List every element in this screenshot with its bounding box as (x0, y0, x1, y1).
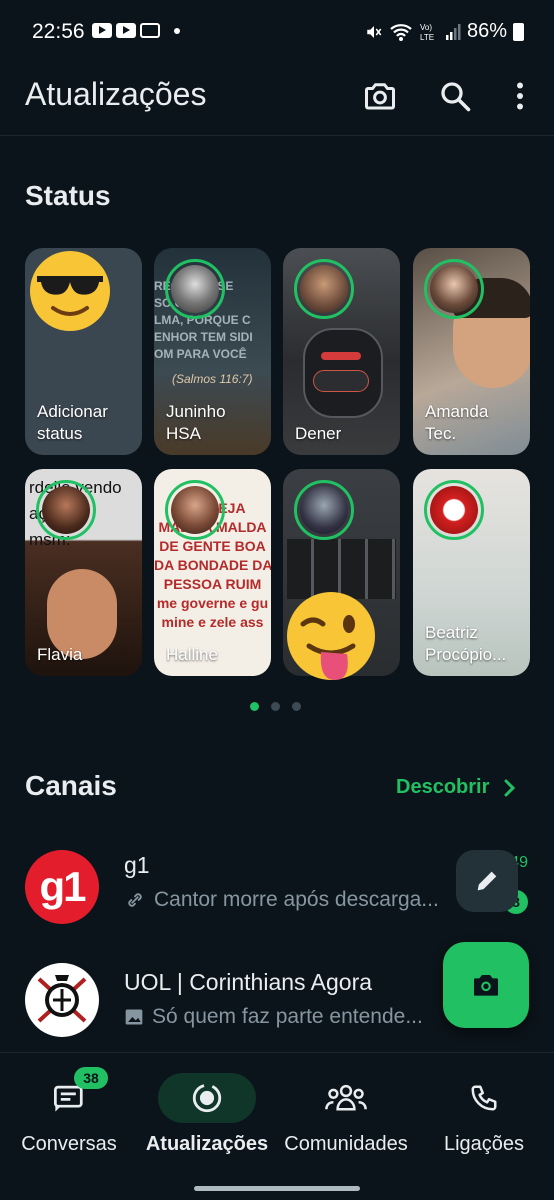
nav-label: Conversas (21, 1133, 117, 1155)
status-carousel: Adicionar status RECEBAO SE SÓ O MIN LMA… (25, 248, 530, 680)
link-icon (128, 893, 142, 907)
channel-preview: Cantor morre após descarga... (124, 888, 439, 912)
nav-label: Atualizações (145, 1133, 269, 1155)
status-pager (250, 702, 301, 711)
avatar (165, 259, 225, 319)
corinthians-crest-icon (37, 975, 87, 1023)
more-notifications-dot-icon (174, 27, 180, 34)
clock: 22:56 (32, 20, 85, 43)
image-icon (125, 1009, 143, 1025)
signal-icon (445, 23, 461, 40)
top-app-bar: Atualizações (0, 64, 554, 136)
nav-tab-comunidades[interactable]: Comunidades (278, 1053, 414, 1163)
channel-preview-text: Cantor morre após descarga... (154, 888, 439, 911)
winking-tongue-emoji-icon (287, 592, 375, 680)
status-card-name: Amanda Tec. (425, 402, 489, 443)
bottom-navigation: 38 Conversas Atualizações Comunidades Li… (0, 1052, 554, 1200)
channel-name: g1 (124, 852, 150, 878)
more-options-button[interactable] (502, 78, 538, 114)
channel-name: UOL | Corinthians Agora (124, 969, 373, 995)
status-card-name: Halline (166, 645, 218, 664)
status-card-name: Adicionar status (37, 402, 108, 443)
battery-percentage: 86% (466, 20, 507, 42)
discover-channels-link[interactable]: Descobrir (396, 776, 517, 799)
camera-icon (365, 83, 395, 110)
nav-icon-container (297, 1073, 395, 1123)
g1-logo-text: g1 (39, 863, 86, 910)
status-card-name: Beatriz Procópio... (425, 623, 507, 664)
battery-icon (513, 22, 524, 41)
more-vert-icon (517, 82, 523, 110)
status-card-name: Juninho HSA (166, 402, 226, 443)
search-icon (441, 82, 471, 112)
calendar-notification-icon (140, 23, 160, 38)
camera-icon (474, 975, 498, 996)
nav-icon-container (158, 1073, 256, 1123)
nav-tab-atualizacoes[interactable]: Atualizações (140, 1053, 274, 1163)
pager-dot[interactable] (292, 702, 301, 711)
nav-icon-container (435, 1073, 533, 1123)
pencil-icon (477, 871, 497, 891)
search-button[interactable] (437, 78, 473, 114)
cool-emoji-icon (30, 251, 110, 331)
status-card-beatriz[interactable]: Beatriz Procópio... (413, 469, 530, 676)
avatar (36, 480, 96, 540)
notification-icons (92, 23, 180, 38)
camera-button[interactable] (362, 78, 398, 114)
updates-icon (192, 1083, 222, 1113)
system-status-bar: 22:56 Vo) LTE 86% (0, 0, 554, 64)
new-text-status-button[interactable] (456, 850, 518, 912)
volte-icon: Vo)LTE (420, 23, 434, 42)
home-indicator[interactable] (194, 1186, 360, 1191)
status-card-dener[interactable]: Dener (283, 248, 400, 455)
status-card-juninho[interactable]: RECEBAO SE SÓ O MIN LMA, PORQUE C ENHOR … (154, 248, 271, 455)
unread-chats-badge: 38 (74, 1067, 108, 1089)
communities-icon (325, 1084, 367, 1111)
mute-icon (367, 25, 382, 38)
pager-dot[interactable] (250, 702, 259, 711)
page-title: Atualizações (25, 76, 207, 112)
avatar (424, 259, 484, 319)
status-card-halline[interactable]: PROTEJA MAL DA MALDA DE GENTE BOA DA BON… (154, 469, 271, 676)
wifi-icon (390, 23, 412, 41)
youtube-notification-icon (92, 23, 112, 38)
nav-label: Comunidades (284, 1133, 408, 1155)
status-card-flavia[interactable]: rdeile vendo ação po msm: Flavia (25, 469, 142, 676)
youtube-notification-icon (116, 23, 136, 38)
status-card-image-detail (313, 370, 369, 392)
status-card-add[interactable]: Adicionar status (25, 248, 142, 455)
system-indicators: Vo) LTE 86% (365, 20, 524, 43)
channel-preview-text: Só quem faz parte entende... (152, 1005, 423, 1028)
nav-tab-ligacoes[interactable]: Ligações (430, 1053, 538, 1163)
nav-tab-conversas[interactable]: 38 Conversas (10, 1053, 128, 1163)
phone-icon (471, 1085, 497, 1111)
new-camera-status-button[interactable] (443, 942, 529, 1028)
status-card-name: Dener (295, 424, 342, 443)
status-section-title: Status (25, 180, 111, 211)
status-card-background-caption: (Salmos 116:7) (172, 372, 253, 386)
channel-preview: Só quem faz parte entende... (124, 1005, 423, 1029)
status-card-amanda[interactable]: Amanda Tec. (413, 248, 530, 455)
avatar: g1 (25, 850, 99, 924)
chevron-right-icon (504, 779, 516, 796)
status-card-image-detail (321, 352, 361, 360)
avatar (165, 480, 225, 540)
avatar (25, 963, 99, 1037)
channels-section-title: Canais (25, 770, 117, 801)
avatar (294, 480, 354, 540)
avatar (294, 259, 354, 319)
svg-text:Vo): Vo) (420, 23, 432, 32)
pager-dot[interactable] (271, 702, 280, 711)
avatar (424, 480, 484, 540)
nav-label: Ligações (443, 1133, 525, 1155)
nav-icon-container: 38 (20, 1067, 118, 1123)
discover-label: Descobrir (396, 776, 490, 798)
svg-text:LTE: LTE (420, 33, 434, 42)
status-card-name: Flavia (37, 645, 83, 664)
